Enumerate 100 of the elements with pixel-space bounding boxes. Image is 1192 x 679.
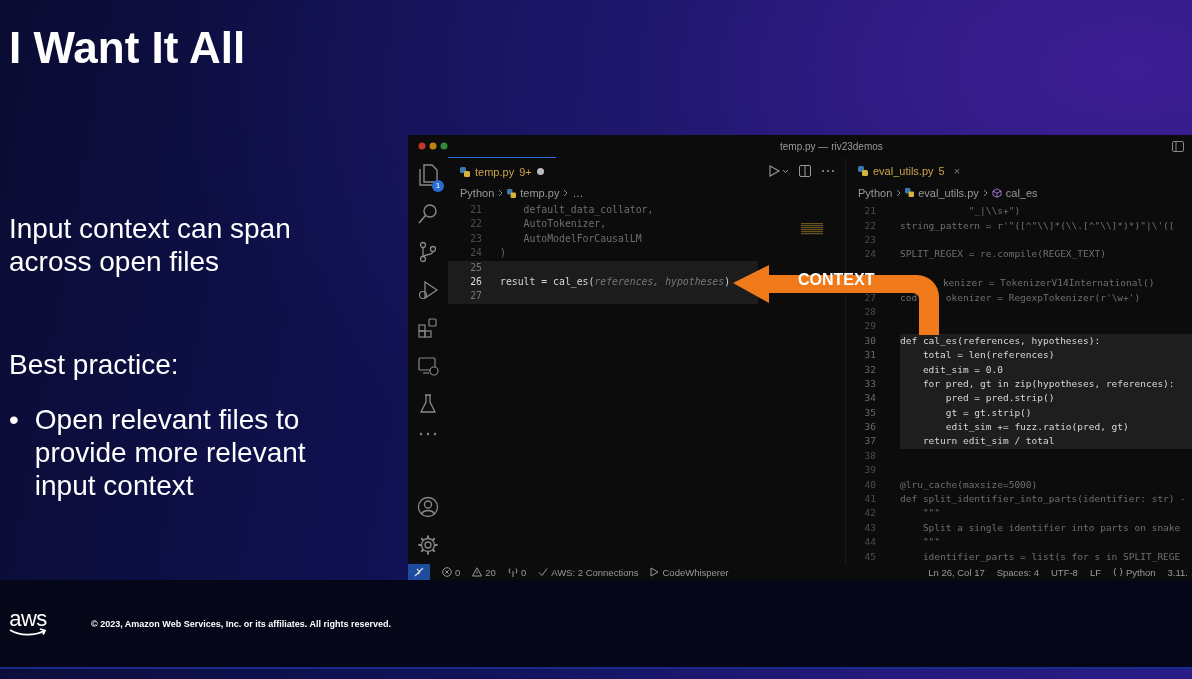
line-number: 40 — [863, 477, 877, 492]
line-number: 39 — [863, 463, 877, 478]
slide-text: Input context can span across open files — [9, 212, 292, 278]
status-item[interactable]: Spaces: 4 — [996, 566, 1039, 578]
antenna-icon — [507, 567, 518, 577]
split-editor-icon[interactable] — [799, 165, 811, 177]
remote-icon — [414, 567, 424, 577]
line-number: 24 — [863, 247, 877, 262]
line-number: 38 — [863, 448, 877, 463]
window-title: temp.py — riv23demos — [780, 140, 883, 152]
line-number: 25 — [469, 260, 483, 275]
code-line: for pred, gt in zip(hypotheses, references): — [921, 376, 1175, 391]
more-actions-icon[interactable] — [821, 169, 835, 173]
chevron-icon — [896, 188, 902, 197]
code-line: result = cal_es(references, hypotheses) — [500, 274, 731, 290]
code-line: SPLIT_REGEX = re.compile(REGEX_TEXT) — [900, 247, 1106, 262]
status-item[interactable]: Python — [1113, 566, 1156, 578]
bullet-marker: • — [9, 403, 19, 437]
breadcrumb-item[interactable]: eval_utils.py — [918, 186, 979, 199]
files-icon[interactable] — [417, 163, 439, 187]
python-file-icon — [858, 166, 868, 176]
slide-title: I Want It All — [9, 22, 247, 74]
code-line: default_data_collator, — [522, 203, 654, 218]
code-line: identifier_parts = list(s for s in SPLIT_REGE — [921, 549, 1181, 564]
line-number: 23 — [863, 233, 877, 247]
line-number: 22 — [469, 217, 483, 232]
line-number: 27 — [469, 289, 483, 304]
line-number: 26 — [469, 274, 483, 289]
breadcrumb-item[interactable]: temp.py — [520, 187, 560, 199]
code-line: @lru_cache(maxsize=5000) — [900, 477, 1038, 492]
remote-button[interactable] — [408, 564, 430, 580]
breadcrumb-item[interactable]: Python — [858, 186, 893, 199]
panel-layout-icon[interactable] — [1172, 140, 1184, 152]
code-line: AutoTokenizer, — [522, 217, 607, 232]
line-number: 45 — [863, 549, 877, 564]
code-line: edit_sim += fuzz.ratio(pred, gt) — [944, 420, 1129, 435]
check-icon — [538, 567, 549, 577]
line-number: 43 — [863, 520, 877, 535]
code-line: okenizer = RegexpTokenizer(r'\w+') — [945, 290, 1141, 305]
warning-icon — [472, 567, 483, 577]
code-line: "_|\\s+") — [967, 204, 1021, 219]
slide-subheading: Best practice: — [9, 348, 180, 381]
editor-tab[interactable]: eval_utils.py 5 × — [846, 157, 973, 185]
aws-logo-text: aws — [9, 610, 47, 628]
code-line: AutoModelForCausalLM — [522, 231, 642, 246]
line-number: 23 — [469, 231, 483, 246]
braces-icon — [1113, 567, 1123, 577]
line-number: 44 — [863, 535, 877, 550]
status-item[interactable]: 0 — [442, 566, 461, 578]
status-item[interactable]: Ln 26, Col 17 — [928, 566, 985, 578]
cube-icon — [991, 187, 1002, 198]
extensions-icon[interactable] — [417, 317, 439, 339]
status-item[interactable]: 3.11. — [1167, 566, 1188, 578]
remote-explorer-icon[interactable] — [417, 355, 439, 377]
breadcrumb-item[interactable]: Python — [460, 187, 495, 199]
code-line: pred = pred.strip() — [944, 391, 1055, 406]
status-item[interactable]: 0 — [507, 566, 527, 578]
status-item[interactable]: UTF-8 — [1050, 566, 1078, 578]
code-line: """ — [921, 535, 941, 550]
run-icon[interactable] — [769, 165, 789, 177]
status-item[interactable]: AWS: 2 Connections — [538, 566, 639, 578]
more-icon[interactable] — [418, 431, 438, 437]
python-file-icon — [507, 188, 517, 198]
smile-arrow-icon — [9, 628, 47, 637]
code-line: gt = gt.strip() — [944, 405, 1032, 420]
line-number: 29 — [863, 319, 877, 334]
chevron-icon — [498, 189, 504, 197]
notification-badge: 1 — [432, 180, 444, 192]
chevron-icon — [982, 188, 988, 197]
python-file-icon — [905, 188, 915, 198]
code-line: def cal_es(references, hypotheses): — [900, 333, 1101, 348]
line-number: 24 — [469, 246, 483, 261]
line-number: 21 — [469, 203, 483, 217]
code-line: total = len(references) — [921, 348, 1055, 363]
breadcrumb-item[interactable]: … — [572, 187, 584, 199]
callout-label: CONTEXT — [798, 271, 875, 289]
code-line: kenizer = TokenizerV14International() — [942, 276, 1155, 291]
status-item[interactable]: CodeWhisperer — [650, 566, 729, 578]
flask-icon[interactable] — [418, 393, 438, 415]
error-icon — [442, 567, 452, 577]
line-number: 41 — [863, 492, 877, 507]
status-item[interactable]: 20 — [472, 566, 496, 578]
breadcrumb-item[interactable]: cal_es — [1005, 186, 1038, 199]
code-line: return edit_sim / total — [921, 434, 1055, 449]
bullet-text: Open relevant files to provide more relevant input context — [34, 403, 307, 502]
account-icon[interactable] — [417, 496, 439, 518]
code-line: cod — [900, 290, 918, 305]
line-number: 27 — [863, 290, 877, 305]
search-icon[interactable] — [417, 203, 439, 225]
code-line: """ — [921, 506, 941, 521]
code-line: string_pattern = r'"([^"\\]*(\\.[^"\\]*)*)"|\'([ — [900, 218, 1175, 233]
line-number: 28 — [863, 304, 877, 319]
status-item[interactable]: LF — [1089, 566, 1101, 578]
line-number: 21 — [863, 204, 877, 219]
code-line: def split_identifier_into_parts(identifier: str) - — [900, 492, 1186, 507]
run-debug-icon[interactable] — [417, 279, 439, 301]
source-control-icon[interactable] — [418, 241, 438, 263]
code-line: Split a single identifier into parts on snake — [921, 520, 1181, 535]
python-file-icon — [460, 166, 470, 177]
settings-icon[interactable] — [417, 534, 439, 556]
